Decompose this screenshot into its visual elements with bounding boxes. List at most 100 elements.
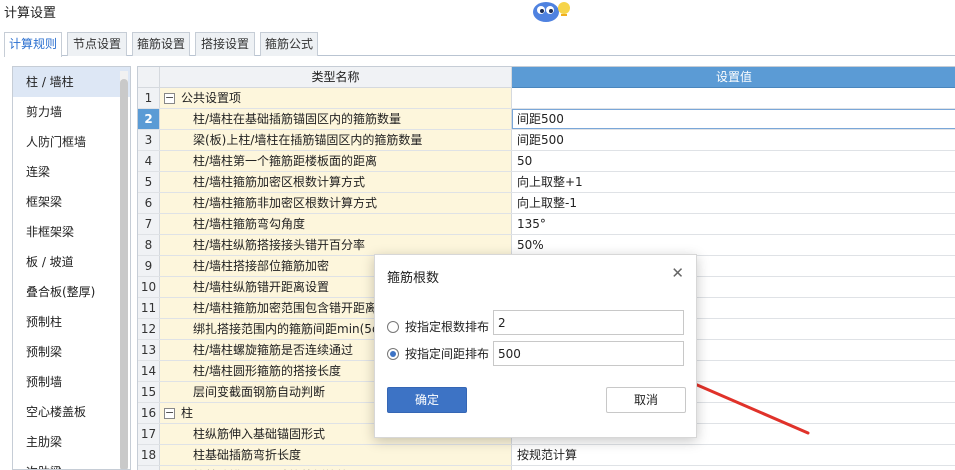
row-number: 13 <box>138 340 160 360</box>
row-number: 3 <box>138 130 160 150</box>
table-row[interactable]: 3 梁(板)上柱/墙柱在插筋锚固区内的箍筋数量 间距500 <box>138 130 955 151</box>
tab-stirrup-formula[interactable]: 箍筋公式 <box>260 32 318 56</box>
grid-header-name: 类型名称 <box>160 67 512 88</box>
row-value[interactable]: 向上取整-1 <box>512 193 955 213</box>
row-value[interactable]: 50% <box>512 235 955 255</box>
sidebar-item-column[interactable]: 柱 / 墙柱 <box>13 67 130 97</box>
row-value[interactable]: 间距500 <box>512 109 955 129</box>
row-name-text: 柱/墙柱箍筋加密区根数计算方式 <box>193 175 366 189</box>
row-name-text: 绑扎搭接范围内的箍筋间距min(5d <box>193 322 380 336</box>
row-name: 柱/墙柱箍筋弯勾角度 <box>160 214 512 234</box>
row-name-text: 柱基础插筋弯折长度 <box>193 448 302 462</box>
row-name-text: 柱/墙柱箍筋非加密区根数计算方式 <box>193 196 378 210</box>
row-name: − 公共设置项 <box>160 88 512 108</box>
spacing-input[interactable] <box>493 341 684 366</box>
sidebar-item-civil-defense-door-frame-wall[interactable]: 人防门框墙 <box>13 127 130 157</box>
sidebar-item-precast-wall[interactable]: 预制墙 <box>13 367 130 397</box>
row-name: 柱/墙柱在基础插筋锚固区内的箍筋数量 <box>160 109 512 129</box>
row-name-text: 柱/墙柱箍筋加密范围包含错开距离 <box>193 301 378 315</box>
row-number: 17 <box>138 424 160 444</box>
sidebar-scrollbar[interactable] <box>120 71 128 469</box>
row-number: 12 <box>138 319 160 339</box>
row-number: 14 <box>138 361 160 381</box>
row-name-text: 柱/墙柱螺旋箍筋是否连续通过 <box>193 343 354 357</box>
sidebar-item-slab-ramp[interactable]: 板 / 坡道 <box>13 247 130 277</box>
mascot-logo-icon <box>533 2 570 22</box>
table-row[interactable]: 8 柱/墙柱纵筋搭接接头错开百分率 50% <box>138 235 955 256</box>
row-name: 柱/墙柱箍筋非加密区根数计算方式 <box>160 193 512 213</box>
row-value[interactable]: 是 <box>512 466 955 470</box>
option-by-spacing-label: 按指定间距排布 <box>405 347 490 361</box>
row-number: 16 <box>138 403 160 423</box>
sidebar-item-coupling-beam[interactable]: 连梁 <box>13 157 130 187</box>
sidebar-item-secondary-rib-beam[interactable]: 次肋梁 <box>13 457 130 469</box>
row-name-text: 公共设置项 <box>181 91 242 105</box>
ok-button[interactable]: 确定 <box>387 387 467 413</box>
sidebar-item-precast-beam[interactable]: 预制梁 <box>13 337 130 367</box>
row-name-text: 层间变截面钢筋自动判断 <box>193 385 326 399</box>
window-title: 计算设置 <box>4 6 57 21</box>
row-name-text: 柱 <box>181 406 194 420</box>
table-row[interactable]: 19柱基础锚固区只计算外侧箍筋是 <box>138 466 955 470</box>
row-value[interactable]: 50 <box>512 151 955 171</box>
cancel-button[interactable]: 取消 <box>606 387 686 413</box>
row-number: 6 <box>138 193 160 213</box>
row-name: 柱基础锚固区只计算外侧箍筋 <box>160 466 512 470</box>
count-input[interactable] <box>493 310 684 335</box>
settings-tabs: 计算规则 节点设置 箍筋设置 搭接设置 箍筋公式 <box>4 32 955 57</box>
row-number: 7 <box>138 214 160 234</box>
row-value[interactable]: 间距500 <box>512 130 955 150</box>
tab-lap-settings[interactable]: 搭接设置 <box>195 32 255 56</box>
table-row[interactable]: 5 柱/墙柱箍筋加密区根数计算方式 向上取整+1 <box>138 172 955 193</box>
row-value[interactable] <box>512 88 955 108</box>
tab-stirrup-settings[interactable]: 箍筋设置 <box>132 32 190 56</box>
sidebar-item-frame-beam[interactable]: 框架梁 <box>13 187 130 217</box>
row-value[interactable]: 向上取整+1 <box>512 172 955 192</box>
row-name: 柱基础插筋弯折长度 <box>160 445 512 465</box>
row-value[interactable]: 135° <box>512 214 955 234</box>
row-value[interactable]: 按规范计算 <box>512 445 955 465</box>
tab-calc-rules[interactable]: 计算规则 <box>4 32 62 57</box>
option-by-count-label: 按指定根数排布 <box>405 320 490 334</box>
radio-by-count[interactable] <box>387 321 399 333</box>
table-row[interactable]: 6 柱/墙柱箍筋非加密区根数计算方式 向上取整-1 <box>138 193 955 214</box>
sidebar-item-precast-column[interactable]: 预制柱 <box>13 307 130 337</box>
row-name-text: 柱/墙柱圆形箍筋的搭接长度 <box>193 364 342 378</box>
row-name-text: 柱纵筋伸入基础锚固形式 <box>193 427 326 441</box>
component-sidebar: 柱 / 墙柱 剪力墙 人防门框墙 连梁 框架梁 非框架梁 板 / 坡道 叠合板(… <box>12 66 131 470</box>
sidebar-scrollbar-thumb[interactable] <box>120 79 128 469</box>
collapse-minus-icon[interactable]: − <box>164 92 175 104</box>
table-row[interactable]: 2 柱/墙柱在基础插筋锚固区内的箍筋数量 间距500 <box>138 109 955 130</box>
row-name-text: 柱/墙柱纵筋搭接接头错开百分率 <box>193 238 366 252</box>
tab-node-settings[interactable]: 节点设置 <box>67 32 127 56</box>
row-name-text: 柱/墙柱搭接部位箍筋加密 <box>193 259 330 273</box>
sidebar-item-main-rib-beam[interactable]: 主肋梁 <box>13 427 130 457</box>
row-name-text: 柱/墙柱纵筋错开距离设置 <box>193 280 330 294</box>
table-row[interactable]: 18 柱基础插筋弯折长度 按规范计算 <box>138 445 955 466</box>
row-number: 10 <box>138 277 160 297</box>
sidebar-item-composite-slab[interactable]: 叠合板(整厚) <box>13 277 130 307</box>
row-name-text: 柱/墙柱箍筋弯勾角度 <box>193 217 306 231</box>
sidebar-item-non-frame-beam[interactable]: 非框架梁 <box>13 217 130 247</box>
radio-by-spacing[interactable] <box>387 348 399 360</box>
sidebar-item-shear-wall[interactable]: 剪力墙 <box>13 97 130 127</box>
collapse-minus-icon[interactable]: − <box>164 407 175 419</box>
row-number: 18 <box>138 445 160 465</box>
row-name-text: 柱/墙柱在基础插筋锚固区内的箍筋数量 <box>193 112 402 126</box>
row-number: 8 <box>138 235 160 255</box>
row-number: 4 <box>138 151 160 171</box>
row-number: 9 <box>138 256 160 276</box>
row-number: 2 <box>138 109 160 129</box>
row-name: 梁(板)上柱/墙柱在插筋锚固区内的箍筋数量 <box>160 130 512 150</box>
row-number: 11 <box>138 298 160 318</box>
table-row[interactable]: 4 柱/墙柱第一个箍筋距楼板面的距离 50 <box>138 151 955 172</box>
row-number: 19 <box>138 466 160 470</box>
row-name: 柱/墙柱第一个箍筋距楼板面的距离 <box>160 151 512 171</box>
grid-header-value: 设置值 <box>512 67 955 88</box>
dialog-close-icon[interactable]: ✕ <box>671 265 684 281</box>
row-number: 1 <box>138 88 160 108</box>
section-row[interactable]: 1− 公共设置项 <box>138 88 955 109</box>
sidebar-item-hollow-floor-slab[interactable]: 空心楼盖板 <box>13 397 130 427</box>
row-name-text: 梁(板)上柱/墙柱在插筋锚固区内的箍筋数量 <box>193 133 423 147</box>
table-row[interactable]: 7 柱/墙柱箍筋弯勾角度 135° <box>138 214 955 235</box>
